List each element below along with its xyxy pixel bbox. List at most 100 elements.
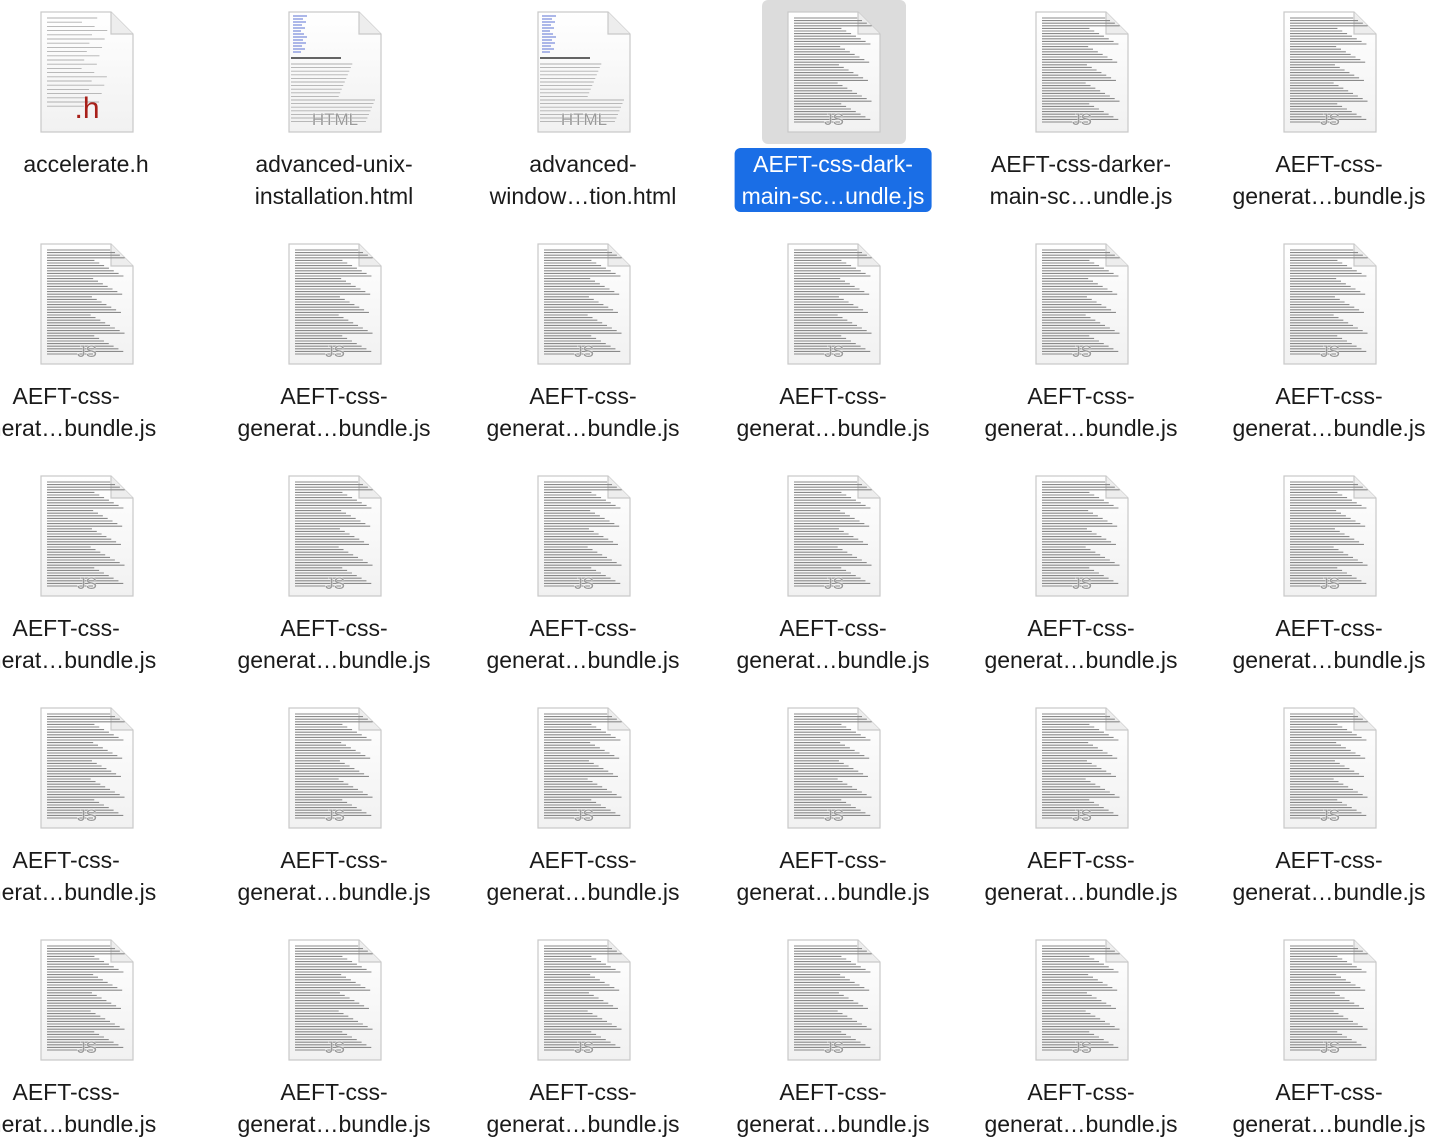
js-doc-icon[interactable]: JS bbox=[39, 242, 135, 366]
file-name-label[interactable]: AEFT-css-generat…bundle.js bbox=[977, 612, 1184, 676]
file-name-label[interactable]: AEFT-css-generat…bundle.js bbox=[230, 1076, 437, 1140]
file-item[interactable]: JS AEFT-css-enerat…bundle.js bbox=[0, 928, 210, 1148]
file-item[interactable]: JS AEFT-css-generat…bundle.js bbox=[210, 696, 458, 928]
js-doc-icon[interactable]: JS bbox=[1282, 10, 1378, 134]
js-doc-icon[interactable]: JS bbox=[39, 474, 135, 598]
file-name-line-2: main-sc…undle.js bbox=[989, 183, 1173, 209]
file-name-label[interactable]: AEFT-css-generat…bundle.js bbox=[479, 612, 686, 676]
file-name-label[interactable]: AEFT-css-generat…bundle.js bbox=[729, 1076, 936, 1140]
file-name-label[interactable]: AEFT-css-generat…bundle.js bbox=[1225, 380, 1432, 444]
file-name-line-1: AEFT-css- bbox=[12, 1079, 120, 1105]
js-doc-icon[interactable]: JS bbox=[786, 242, 882, 366]
js-doc-icon[interactable]: JS bbox=[1282, 242, 1378, 366]
file-item[interactable]: JS AEFT-css-enerat…bundle.js bbox=[0, 464, 210, 696]
file-item[interactable]: JS AEFT-css-generat…bundle.js bbox=[459, 464, 707, 696]
file-item[interactable]: JS AEFT-css-generat…bundle.js bbox=[459, 928, 707, 1148]
file-name-label[interactable]: AEFT-css-generat…bundle.js bbox=[977, 1076, 1184, 1140]
file-item[interactable]: JS AEFT-css-generat…bundle.js bbox=[210, 928, 458, 1148]
js-doc-icon[interactable]: JS bbox=[39, 706, 135, 830]
file-name-label[interactable]: AEFT-css-generat…bundle.js bbox=[479, 1076, 686, 1140]
file-name-label[interactable]: accelerate.h bbox=[16, 148, 155, 180]
file-name-label[interactable]: AEFT-css-darker-main-sc…undle.js bbox=[983, 148, 1180, 212]
html-doc-icon[interactable]: HTML bbox=[536, 10, 632, 134]
file-name-line-2: generat…bundle.js bbox=[486, 647, 680, 673]
file-name-line-1: AEFT-css- bbox=[1027, 615, 1135, 641]
file-item[interactable]: JS AEFT-css-generat…bundle.js bbox=[210, 232, 458, 464]
file-name-label[interactable]: AEFT-css-generat…bundle.js bbox=[977, 380, 1184, 444]
file-name-label[interactable]: AEFT-css-generat…bundle.js bbox=[729, 844, 936, 908]
js-doc-icon[interactable]: JS bbox=[287, 474, 383, 598]
html-doc-icon[interactable]: HTML bbox=[287, 10, 383, 134]
file-name-label[interactable]: AEFT-css-generat…bundle.js bbox=[1225, 844, 1432, 908]
file-name-label[interactable]: AEFT-css-enerat…bundle.js bbox=[0, 844, 163, 908]
js-doc-icon[interactable]: JS bbox=[786, 474, 882, 598]
js-doc-icon[interactable]: JS bbox=[536, 938, 632, 1062]
file-name-label[interactable]: AEFT-css-dark-main-sc…undle.js bbox=[734, 148, 932, 212]
js-doc-icon[interactable]: JS bbox=[1282, 706, 1378, 830]
type-badge: JS bbox=[1320, 342, 1340, 361]
file-item[interactable]: JS AEFT-css-generat…bundle.js bbox=[1205, 464, 1446, 696]
js-doc-icon[interactable]: JS bbox=[536, 474, 632, 598]
js-doc-icon[interactable]: JS bbox=[287, 706, 383, 830]
js-doc-icon[interactable]: JS bbox=[786, 706, 882, 830]
file-item[interactable]: JS AEFT-css-generat…bundle.js bbox=[957, 696, 1205, 928]
file-name-label[interactable]: advanced-window…tion.html bbox=[483, 148, 684, 212]
file-name-label[interactable]: AEFT-css-generat…bundle.js bbox=[1225, 1076, 1432, 1140]
js-doc-icon[interactable]: JS bbox=[1034, 938, 1130, 1062]
file-name-label[interactable]: AEFT-css-generat…bundle.js bbox=[230, 844, 437, 908]
file-item[interactable]: JS AEFT-css-generat…bundle.js bbox=[957, 928, 1205, 1148]
file-item[interactable]: JS AEFT-css-enerat…bundle.js bbox=[0, 232, 210, 464]
file-item[interactable]: HTML advanced-unix-installation.html bbox=[210, 0, 458, 232]
file-name-label[interactable]: AEFT-css-generat…bundle.js bbox=[1225, 148, 1432, 212]
file-name-label[interactable]: AEFT-css-enerat…bundle.js bbox=[0, 380, 163, 444]
file-name-label[interactable]: AEFT-css-generat…bundle.js bbox=[230, 380, 437, 444]
file-item[interactable]: JS AEFT-css-generat…bundle.js bbox=[210, 464, 458, 696]
js-doc-icon[interactable]: JS bbox=[786, 10, 882, 134]
file-name-label[interactable]: AEFT-css-generat…bundle.js bbox=[1225, 612, 1432, 676]
type-badge: JS bbox=[1072, 806, 1092, 825]
file-item[interactable]: JS AEFT-css-generat…bundle.js bbox=[957, 232, 1205, 464]
js-doc-icon[interactable]: JS bbox=[1282, 474, 1378, 598]
file-name-label[interactable]: AEFT-css-generat…bundle.js bbox=[729, 380, 936, 444]
file-item[interactable]: JS AEFT-css-generat…bundle.js bbox=[709, 464, 957, 696]
file-item[interactable]: JS AEFT-css-generat…bundle.js bbox=[957, 464, 1205, 696]
type-badge: JS bbox=[1072, 110, 1092, 129]
file-name-label[interactable]: AEFT-css-enerat…bundle.js bbox=[0, 612, 163, 676]
js-doc-icon[interactable]: JS bbox=[786, 938, 882, 1062]
file-item[interactable]: JS AEFT-css-generat…bundle.js bbox=[1205, 928, 1446, 1148]
js-doc-icon[interactable]: JS bbox=[1034, 10, 1130, 134]
js-doc-icon[interactable]: JS bbox=[1034, 474, 1130, 598]
file-item[interactable]: JS AEFT-css-generat…bundle.js bbox=[459, 696, 707, 928]
file-item[interactable]: JS AEFT-css-generat…bundle.js bbox=[709, 696, 957, 928]
file-item[interactable]: JS AEFT-css-generat…bundle.js bbox=[709, 232, 957, 464]
file-item[interactable]: JS AEFT-css-generat…bundle.js bbox=[1205, 0, 1446, 232]
file-name-label[interactable]: AEFT-css-generat…bundle.js bbox=[479, 380, 686, 444]
file-name-line-1: AEFT-css- bbox=[1027, 1079, 1135, 1105]
file-item[interactable]: JS AEFT-css-generat…bundle.js bbox=[709, 928, 957, 1148]
file-name-label[interactable]: AEFT-css-generat…bundle.js bbox=[977, 844, 1184, 908]
file-item[interactable]: JS AEFT-css-generat…bundle.js bbox=[1205, 696, 1446, 928]
file-item[interactable]: HTML advanced-window…tion.html bbox=[459, 0, 707, 232]
file-name-label[interactable]: AEFT-css-generat…bundle.js bbox=[729, 612, 936, 676]
file-item[interactable]: JS AEFT-css-enerat…bundle.js bbox=[0, 696, 210, 928]
js-doc-icon[interactable]: JS bbox=[536, 242, 632, 366]
file-item[interactable]: JS AEFT-css-generat…bundle.js bbox=[1205, 232, 1446, 464]
js-doc-icon[interactable]: JS bbox=[1034, 706, 1130, 830]
js-doc-icon[interactable]: JS bbox=[287, 938, 383, 1062]
js-doc-icon[interactable]: JS bbox=[1282, 938, 1378, 1062]
js-doc-icon[interactable]: JS bbox=[1034, 242, 1130, 366]
js-doc-icon[interactable]: JS bbox=[536, 706, 632, 830]
file-name-label[interactable]: AEFT-css-generat…bundle.js bbox=[230, 612, 437, 676]
file-item[interactable]: JS AEFT-css-generat…bundle.js bbox=[459, 232, 707, 464]
file-name-label[interactable]: AEFT-css-enerat…bundle.js bbox=[0, 1076, 163, 1140]
file-name-label[interactable]: advanced-unix-installation.html bbox=[248, 148, 421, 212]
h-header-doc-icon[interactable]: .h bbox=[39, 10, 135, 134]
js-doc-icon[interactable]: JS bbox=[39, 938, 135, 1062]
file-item[interactable]: JS AEFT-css-darker-main-sc…undle.js bbox=[957, 0, 1205, 232]
file-name-label[interactable]: AEFT-css-generat…bundle.js bbox=[479, 844, 686, 908]
file-item[interactable]: JS AEFT-css-dark-main-sc…undle.js bbox=[709, 0, 957, 232]
js-doc-icon[interactable]: JS bbox=[287, 242, 383, 366]
file-item[interactable]: .h accelerate.h bbox=[0, 0, 210, 232]
type-badge: JS bbox=[1320, 110, 1340, 129]
type-badge: JS bbox=[824, 110, 844, 129]
